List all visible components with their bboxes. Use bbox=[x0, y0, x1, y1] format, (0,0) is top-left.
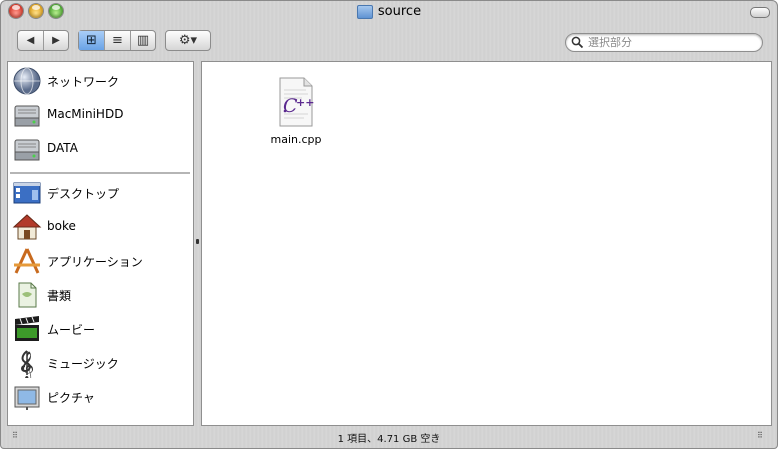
sidebar-item-label: MacMiniHDD bbox=[47, 107, 124, 121]
sidebar-item-label: DATA bbox=[47, 141, 78, 155]
back-button[interactable]: ◀ bbox=[18, 31, 43, 50]
icon-view-icon: ⊞ bbox=[86, 33, 97, 48]
sidebar-item-label: 書類 bbox=[47, 289, 72, 303]
search-icon bbox=[571, 36, 584, 52]
file-name: main.cpp bbox=[270, 133, 322, 146]
file-item[interactable]: C ++ main.cpp bbox=[262, 76, 330, 150]
home-icon bbox=[12, 214, 42, 240]
sidebar-item-music[interactable]: 𝄞 ミュージック bbox=[10, 348, 190, 378]
sidebar-item-label: ムービー bbox=[47, 323, 96, 337]
network-globe-icon bbox=[13, 67, 41, 95]
sidebar-item-home[interactable]: boke bbox=[10, 212, 190, 242]
back-arrow-icon: ◀ bbox=[26, 35, 35, 46]
title-bar[interactable]: source bbox=[0, 0, 778, 24]
window-title-text: source bbox=[377, 4, 422, 19]
documents-icon bbox=[18, 282, 37, 308]
navigation-buttons: ◀ ▶ bbox=[17, 30, 69, 51]
window-title: source bbox=[0, 4, 778, 19]
hard-drive-icon bbox=[14, 139, 40, 161]
sidebar-item-pictures[interactable]: ピクチャ bbox=[10, 382, 190, 412]
status-bar: ⠿ 1 項目、4.71 GB 空き ⠿ bbox=[0, 427, 778, 449]
movies-clapper-icon bbox=[15, 316, 39, 341]
sidebar: ネットワーク MacMiniHDD DATA デスクトップ boke アプリケー… bbox=[7, 61, 194, 426]
hard-drive-icon bbox=[14, 105, 40, 127]
column-view-icon: ▥ bbox=[136, 33, 150, 48]
sidebar-item-label: boke bbox=[47, 219, 76, 233]
forward-arrow-icon: ▶ bbox=[52, 35, 60, 46]
finder-window: source ◀▶ ⊞≡▥ ⚙▾ ネットワーク bbox=[0, 0, 778, 449]
music-clef-icon: 𝄞 bbox=[20, 350, 34, 378]
search-input[interactable] bbox=[588, 35, 756, 50]
sidebar-divider bbox=[10, 172, 190, 174]
sidebar-item-label: ピクチャ bbox=[47, 391, 95, 405]
applications-icon bbox=[14, 248, 40, 274]
icon-view-button[interactable]: ⊞ bbox=[79, 31, 104, 50]
sidebar-item-documents[interactable]: 書類 bbox=[10, 280, 190, 310]
column-view-button[interactable]: ▥ bbox=[130, 31, 155, 50]
action-menu-button[interactable]: ⚙▾ bbox=[165, 30, 211, 51]
search-field[interactable] bbox=[565, 33, 763, 52]
sidebar-splitter[interactable] bbox=[194, 61, 201, 426]
view-mode-control: ⊞ ≡ ▥ bbox=[78, 30, 156, 51]
sidebar-item-label: ネットワーク bbox=[47, 75, 120, 89]
splitter-handle-icon bbox=[196, 239, 199, 244]
resize-handle-icon[interactable]: ⠿ bbox=[757, 432, 769, 443]
sidebar-item-label: ミュージック bbox=[47, 357, 119, 371]
sidebar-item-desktop[interactable]: デスクトップ bbox=[10, 178, 190, 208]
list-view-button[interactable]: ≡ bbox=[104, 31, 130, 50]
toolbar-toggle-button[interactable] bbox=[750, 7, 770, 18]
cpp-file-icon: C ++ bbox=[279, 77, 314, 127]
svg-text:++: ++ bbox=[296, 96, 314, 109]
status-text: 1 項目、4.71 GB 空き bbox=[337, 434, 441, 445]
file-browser-area[interactable]: C ++ main.cpp bbox=[201, 61, 772, 426]
sidebar-item-label: アプリケーション bbox=[47, 255, 143, 269]
sidebar-item-applications[interactable]: アプリケーション bbox=[10, 246, 190, 276]
folder-icon bbox=[356, 4, 373, 19]
forward-button[interactable]: ▶ bbox=[43, 31, 68, 50]
pictures-icon bbox=[14, 386, 40, 410]
sidebar-item-label: デスクトップ bbox=[47, 187, 120, 201]
sidebar-item-movies[interactable]: ムービー bbox=[10, 314, 190, 344]
sidebar-item-data[interactable]: DATA bbox=[10, 134, 190, 164]
gear-icon: ⚙▾ bbox=[178, 33, 198, 48]
sidebar-item-macminihdd[interactable]: MacMiniHDD bbox=[10, 100, 190, 130]
sidebar-item-network[interactable]: ネットワーク bbox=[10, 66, 190, 96]
desktop-icon bbox=[13, 182, 41, 204]
list-view-icon: ≡ bbox=[112, 33, 123, 48]
